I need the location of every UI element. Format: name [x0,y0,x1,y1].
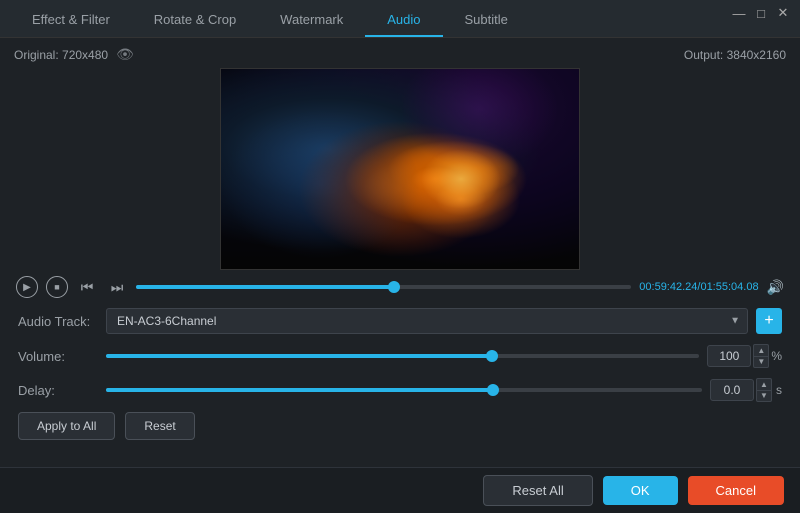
tab-bar: Effect & Filter Rotate & Crop Watermark … [0,0,800,38]
volume-slider-thumb [486,350,498,362]
tab-rotate-crop[interactable]: Rotate & Crop [132,4,258,37]
volume-up-button[interactable]: ▲ [753,344,769,356]
main-content: Original: 720x480 👁 Output: 3840x2160 Ti… [0,38,800,440]
audio-track-dropdown-wrapper: EN-AC3-6Channel EN-AC3-2Channel ▼ [106,308,748,334]
time-display: 00:59:42.24/01:55:04.08 [639,281,758,293]
tab-audio[interactable]: Audio [365,4,442,37]
delay-slider-fill [106,388,493,392]
apply-to-all-button[interactable]: Apply to All [18,412,115,440]
bottom-bar: Reset All OK Cancel [0,467,800,513]
volume-icon: 🔊 [767,279,784,296]
volume-unit: % [771,349,782,363]
scene-glow-2 [421,149,501,209]
skip-back-button[interactable]: ⏮ [76,276,98,298]
progress-track[interactable] [136,285,631,289]
playback-bar: ▶ ■ ⏮ ⏭ 00:59:42.24/01:55:04.08 🔊 [14,276,786,298]
reset-button[interactable]: Reset [125,412,194,440]
volume-down-button[interactable]: ▼ [753,356,769,368]
delay-spinner-btns: ▲ ▼ [756,378,772,402]
volume-row: Volume: ▲ ▼ % [18,344,782,368]
progress-thumb [388,281,400,293]
tab-subtitle[interactable]: Subtitle [443,4,530,37]
delay-slider-thumb [487,384,499,396]
delay-down-button[interactable]: ▼ [756,390,772,402]
tab-effect-filter[interactable]: Effect & Filter [10,4,132,37]
output-resolution: Output: 3840x2160 [684,48,786,62]
audio-track-label: Audio Track: [18,314,98,329]
video-scene [221,69,579,269]
volume-input[interactable] [707,345,751,367]
add-track-button[interactable]: + [756,308,782,334]
controls-panel: Audio Track: EN-AC3-6Channel EN-AC3-2Cha… [14,308,786,402]
audio-track-row: Audio Track: EN-AC3-6Channel EN-AC3-2Cha… [18,308,782,334]
tab-watermark[interactable]: Watermark [258,4,365,37]
volume-spinner: ▲ ▼ % [707,344,782,368]
skip-forward-button[interactable]: ⏭ [106,276,128,298]
video-preview-wrapper [14,68,786,270]
video-preview [220,68,580,270]
progress-fill [136,285,394,289]
delay-up-button[interactable]: ▲ [756,378,772,390]
play-button[interactable]: ▶ [16,276,38,298]
stop-button[interactable]: ■ [46,276,68,298]
eye-icon: 👁 [116,46,134,63]
close-button[interactable]: ✕ [776,6,790,20]
minimize-button[interactable]: — [732,6,746,20]
delay-slider-track[interactable] [106,388,702,392]
scene-glow-3 [221,109,421,259]
volume-spinner-btns: ▲ ▼ [753,344,769,368]
volume-slider-fill [106,354,492,358]
delay-spinner: ▲ ▼ s [710,378,782,402]
delay-unit: s [776,383,782,397]
title-bar: — □ ✕ [722,0,800,26]
action-row: Apply to All Reset [14,412,786,440]
video-info-row: Original: 720x480 👁 Output: 3840x2160 [14,46,786,63]
volume-label: Volume: [18,349,98,364]
reset-all-button[interactable]: Reset All [483,475,592,506]
delay-label: Delay: [18,383,98,398]
video-info-left: Original: 720x480 👁 [14,46,134,63]
volume-slider-track[interactable] [106,354,699,358]
ok-button[interactable]: OK [603,476,678,505]
audio-track-select[interactable]: EN-AC3-6Channel EN-AC3-2Channel [106,308,748,334]
delay-input[interactable] [710,379,754,401]
maximize-button[interactable]: □ [754,6,768,20]
original-resolution: Original: 720x480 [14,48,108,62]
cancel-button[interactable]: Cancel [688,476,784,505]
delay-row: Delay: ▲ ▼ s [18,378,782,402]
